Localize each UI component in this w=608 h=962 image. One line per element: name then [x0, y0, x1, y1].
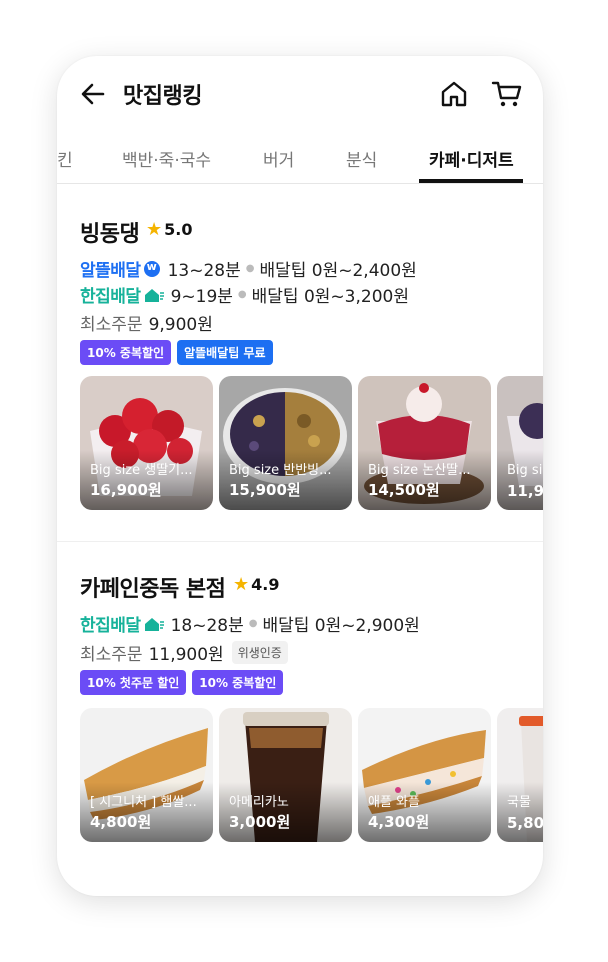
- promo-chip: 10% 중복할인: [80, 340, 172, 365]
- menu-price: 4,800원: [90, 813, 152, 831]
- menu-name: Big size 반반빙...: [229, 463, 332, 478]
- promo-chips: 10% 첫주문 할인 10% 중복할인: [80, 670, 284, 695]
- store-card[interactable]: 카페인중독 본점 ★ 4.9 한집배달 18~28분 ● 배달팁 0원~2,900…: [57, 543, 543, 896]
- tab-korean-meal[interactable]: 백반·죽·국수: [122, 146, 211, 171]
- store-rating: ★ 5.0: [146, 219, 193, 240]
- tab-snack[interactable]: 분식: [346, 146, 377, 171]
- category-tabs: 킨 백반·죽·국수 버거 분식 카페·디저트: [57, 136, 543, 184]
- page-title: 맛집랭킹: [123, 84, 202, 109]
- menu-item[interactable]: Big size 논산딸... 14,500원: [358, 376, 491, 510]
- menu-name: Big si: [507, 463, 543, 478]
- star-icon: ★: [233, 574, 250, 595]
- menu-name: 애플 와플: [368, 795, 420, 810]
- menu-item[interactable]: Big size 생딸기... 16,900원: [80, 376, 213, 510]
- delivery-time: 13~28분: [167, 261, 241, 281]
- menu-price: 15,900원: [229, 481, 301, 499]
- single-delivery-icon: [144, 288, 164, 302]
- alddeul-badge-icon: [143, 260, 160, 277]
- menu-price: 5,80: [507, 814, 543, 832]
- min-order: 최소주문 11,900원 위생인증: [80, 640, 288, 665]
- section-divider: [57, 541, 543, 542]
- menu-price: 3,000원: [229, 813, 291, 831]
- delivery-option: 한집배달 18~28분 ● 배달팁 0원~2,900원: [80, 611, 420, 636]
- menu-price: 16,900원: [90, 481, 162, 499]
- promo-chip: 알뜰배달팁 무료: [177, 340, 273, 365]
- menu-name: Big size 생딸기...: [90, 463, 193, 478]
- store-name: 빙동댕: [80, 222, 140, 247]
- delivery-brand: 한집배달: [80, 287, 141, 307]
- min-order: 최소주문 9,900원: [80, 315, 213, 335]
- phone-screen: 맛집랭킹 킨 백반·죽·국수 버거 분식 카페·디저트 빙동댕 ★ 5.0 알뜰배…: [57, 56, 543, 896]
- store-name: 카페인중독 본점: [80, 577, 226, 602]
- menu-price: 4,300원: [368, 813, 430, 831]
- store-card[interactable]: 빙동댕 ★5.0 알뜰배달 13~28분 ● 배달팁 0원~2,400원 한집배…: [57, 186, 543, 542]
- promo-chip: 10% 첫주문 할인: [80, 670, 187, 695]
- menu-item[interactable]: 국물 5,80: [497, 708, 543, 842]
- menu-price: 11,9: [507, 482, 543, 500]
- menu-item[interactable]: 애플 와플 4,300원: [358, 708, 491, 842]
- menu-carousel[interactable]: Big size 생딸기... 16,900원 Big size 반반빙... …: [80, 376, 543, 510]
- delivery-brand: 한집배달: [80, 616, 141, 636]
- menu-item[interactable]: [ 시그니처 ] 햄쌀... 4,800원: [80, 708, 213, 842]
- menu-name: [ 시그니처 ] 햄쌀...: [90, 795, 197, 810]
- hygiene-badge: 위생인증: [231, 641, 288, 664]
- menu-item[interactable]: Big size 반반빙... 15,900원: [219, 376, 352, 510]
- menu-item[interactable]: Big si 11,9: [497, 376, 543, 510]
- menu-item[interactable]: 아메리카노 3,000원: [219, 708, 352, 842]
- tab-cafe-dessert[interactable]: 카페·디저트: [429, 146, 514, 171]
- star-icon: ★: [146, 219, 163, 240]
- promo-chip: 10% 중복할인: [192, 670, 284, 695]
- tab-burger[interactable]: 버거: [263, 146, 294, 171]
- menu-name: 아메리카노: [229, 795, 289, 810]
- delivery-option: 한집배달 9~19분 ● 배달팁 0원~3,200원: [80, 282, 409, 307]
- delivery-time: 18~28분: [170, 616, 244, 636]
- cart-icon[interactable]: [491, 79, 523, 109]
- store-rating: ★ 4.9: [233, 574, 280, 595]
- menu-price: 14,500원: [368, 481, 440, 499]
- active-tab-indicator: [419, 179, 523, 183]
- delivery-tip: 배달팁 0원~3,200원: [251, 287, 409, 307]
- menu-name: Big size 논산딸...: [368, 463, 471, 478]
- menu-carousel[interactable]: [ 시그니처 ] 햄쌀... 4,800원 아메리카노 3,000원 애플 와플…: [80, 708, 543, 842]
- single-delivery-icon: [144, 617, 164, 631]
- home-icon[interactable]: [439, 79, 469, 109]
- app-header: 맛집랭킹: [57, 56, 543, 134]
- tab-chicken[interactable]: 킨: [57, 146, 73, 171]
- delivery-brand: 알뜰배달: [80, 261, 141, 281]
- delivery-time: 9~19분: [170, 287, 233, 307]
- promo-chips: 10% 중복할인 알뜰배달팁 무료: [80, 340, 273, 365]
- delivery-tip: 배달팁 0원~2,900원: [262, 616, 420, 636]
- menu-name: 국물: [507, 795, 531, 810]
- delivery-option: 알뜰배달 13~28분 ● 배달팁 0원~2,400원: [80, 256, 417, 282]
- delivery-tip: 배달팁 0원~2,400원: [259, 261, 417, 281]
- back-arrow-icon[interactable]: [79, 80, 107, 108]
